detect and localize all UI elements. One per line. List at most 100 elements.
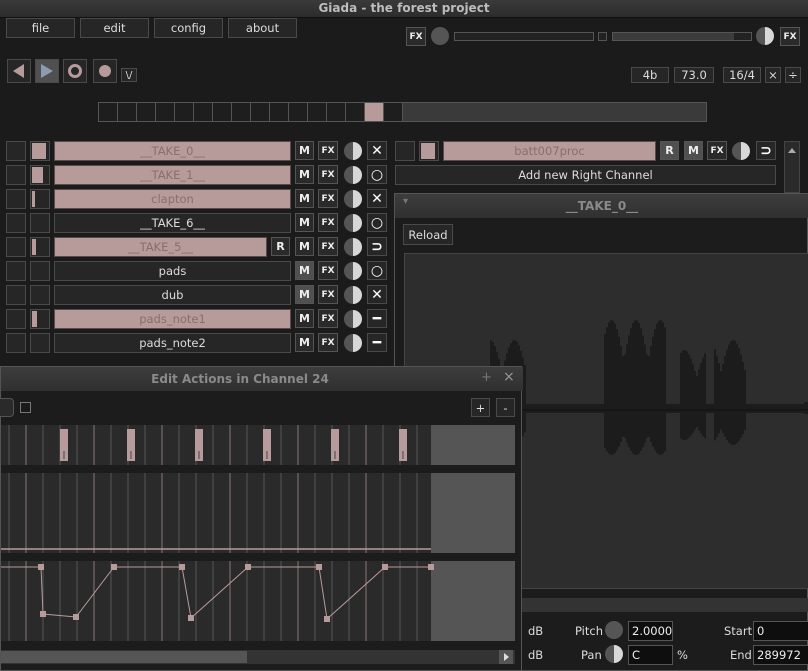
channel-play-button[interactable] xyxy=(6,141,26,161)
channel-name[interactable]: __TAKE_0__ xyxy=(54,141,291,161)
right-channel-button[interactable] xyxy=(395,141,415,161)
menu-file[interactable]: file xyxy=(6,18,75,38)
scrollbar-thumb[interactable] xyxy=(1,651,247,663)
channel-mute-button[interactable]: M xyxy=(295,285,314,304)
pan-knob[interactable] xyxy=(605,645,623,663)
pitch-knob[interactable] xyxy=(605,621,623,639)
remove-column-button[interactable]: × xyxy=(765,67,781,83)
channel-volume-knob[interactable] xyxy=(344,262,362,280)
channel-fx-button[interactable]: FX xyxy=(318,333,338,352)
return-icon[interactable]: ⊃ xyxy=(756,141,776,160)
play-button[interactable] xyxy=(35,59,59,83)
rewind-button[interactable] xyxy=(7,59,31,83)
channel-play-button[interactable] xyxy=(6,165,26,185)
channel-play-button[interactable] xyxy=(6,309,26,329)
channel-fx-button[interactable]: FX xyxy=(318,261,338,280)
beats-field[interactable]: 4b xyxy=(631,67,669,83)
add-right-channel-button[interactable]: Add new Right Channel xyxy=(395,165,776,185)
action-editor-scrollbar[interactable] xyxy=(1,650,515,664)
envelope-point[interactable] xyxy=(179,564,185,570)
record-action-button[interactable] xyxy=(63,59,87,83)
channel-volume-knob[interactable] xyxy=(344,142,362,160)
channel-play-button[interactable] xyxy=(6,237,26,257)
channel-play-button[interactable] xyxy=(6,213,26,233)
right-channel-volume-knob[interactable] xyxy=(732,142,750,160)
envelope-point[interactable] xyxy=(316,564,322,570)
end-input[interactable]: 289972 xyxy=(753,645,808,665)
pitch-input[interactable]: 2.0000 xyxy=(628,621,673,641)
channel-name[interactable]: __TAKE_5__ xyxy=(54,237,267,257)
action-checkbox[interactable] xyxy=(20,402,31,413)
x-icon[interactable]: ✕ xyxy=(367,141,387,160)
envelope-point[interactable] xyxy=(111,564,117,570)
return-icon[interactable]: ⊃ xyxy=(367,237,387,256)
right-channel-fx-button[interactable]: FX xyxy=(707,141,727,160)
channel-mute-button[interactable]: M xyxy=(295,237,314,256)
dash-icon[interactable]: ━ xyxy=(367,333,387,352)
channel-name[interactable]: pads xyxy=(54,261,291,281)
pin-icon[interactable]: + xyxy=(481,370,492,385)
zoom-out-button[interactable]: - xyxy=(496,398,515,417)
menu-edit[interactable]: edit xyxy=(80,18,149,38)
x-icon[interactable]: ✕ xyxy=(367,189,387,208)
sample-editor-titlebar[interactable]: ▾ __TAKE_0__ xyxy=(395,194,808,218)
loop-icon[interactable]: ○ xyxy=(367,261,387,280)
bpm-field[interactable]: 73.0 xyxy=(674,67,714,83)
action-editor-titlebar[interactable]: Edit Actions in Channel 24 + × xyxy=(1,367,523,391)
channel-name[interactable]: __TAKE_1__ xyxy=(54,165,291,185)
x-icon[interactable]: ✕ xyxy=(367,285,387,304)
channel-rec-button[interactable]: R xyxy=(271,237,290,256)
envelope-point[interactable] xyxy=(188,615,194,621)
output-fx-button[interactable]: FX xyxy=(780,27,800,46)
dash-icon[interactable]: ━ xyxy=(367,309,387,328)
loop-icon[interactable]: ○ xyxy=(367,165,387,184)
channel-play-button[interactable] xyxy=(6,261,26,281)
envelope-point[interactable] xyxy=(382,564,388,570)
menu-about[interactable]: about xyxy=(228,18,297,38)
channel-mute-button[interactable]: M xyxy=(295,333,314,352)
input-volume-knob[interactable] xyxy=(431,27,449,45)
envelope-point[interactable] xyxy=(324,616,330,622)
envelope-point[interactable] xyxy=(38,564,44,570)
pan-input[interactable]: C xyxy=(628,645,673,665)
menu-config[interactable]: config xyxy=(154,18,223,38)
quantize-field[interactable]: 16/4 xyxy=(723,67,761,83)
channel-fx-button[interactable]: FX xyxy=(318,285,338,304)
channel-volume-knob[interactable] xyxy=(344,334,362,352)
channel-name[interactable]: dub xyxy=(54,285,291,305)
channel-mute-button[interactable]: M xyxy=(295,261,314,280)
channel-mute-button[interactable]: M xyxy=(295,165,314,184)
channel-mute-button[interactable]: M xyxy=(295,141,314,160)
channel-volume-knob[interactable] xyxy=(344,214,362,232)
right-channel-mute-button[interactable]: M xyxy=(684,141,703,160)
loop-icon[interactable]: ○ xyxy=(367,213,387,232)
channel-name[interactable]: pads_note2 xyxy=(54,333,291,353)
channel-name[interactable]: pads_note1 xyxy=(54,309,291,329)
channel-fx-button[interactable]: FX xyxy=(318,141,338,160)
channel-name[interactable]: __TAKE_6__ xyxy=(54,213,291,233)
channel-volume-knob[interactable] xyxy=(344,286,362,304)
action-tracks[interactable] xyxy=(1,425,515,645)
channel-fx-button[interactable]: FX xyxy=(318,165,338,184)
right-channel-name[interactable]: batt007proc xyxy=(443,141,656,161)
channel-fx-button[interactable]: FX xyxy=(318,189,338,208)
channel-volume-knob[interactable] xyxy=(344,310,362,328)
input-mode-button[interactable]: \/ xyxy=(121,68,137,82)
channel-play-button[interactable] xyxy=(6,333,26,353)
scroll-right-icon[interactable] xyxy=(499,650,513,664)
close-icon[interactable]: × xyxy=(503,369,515,385)
channel-name[interactable]: clapton xyxy=(54,189,291,209)
reload-button[interactable]: Reload xyxy=(403,224,453,245)
envelope-point[interactable] xyxy=(40,611,46,617)
action-type-dropdown[interactable] xyxy=(0,398,14,417)
envelope-point[interactable] xyxy=(428,564,434,570)
input-fx-button[interactable]: FX xyxy=(406,27,426,46)
add-column-button[interactable]: ÷ xyxy=(785,67,801,83)
channel-fx-button[interactable]: FX xyxy=(318,237,338,256)
channel-fx-button[interactable]: FX xyxy=(318,213,338,232)
envelope-point[interactable] xyxy=(73,614,79,620)
channel-fx-button[interactable]: FX xyxy=(318,309,338,328)
channel-mute-button[interactable]: M xyxy=(295,213,314,232)
record-input-button[interactable] xyxy=(93,59,117,83)
channel-mute-button[interactable]: M xyxy=(295,309,314,328)
